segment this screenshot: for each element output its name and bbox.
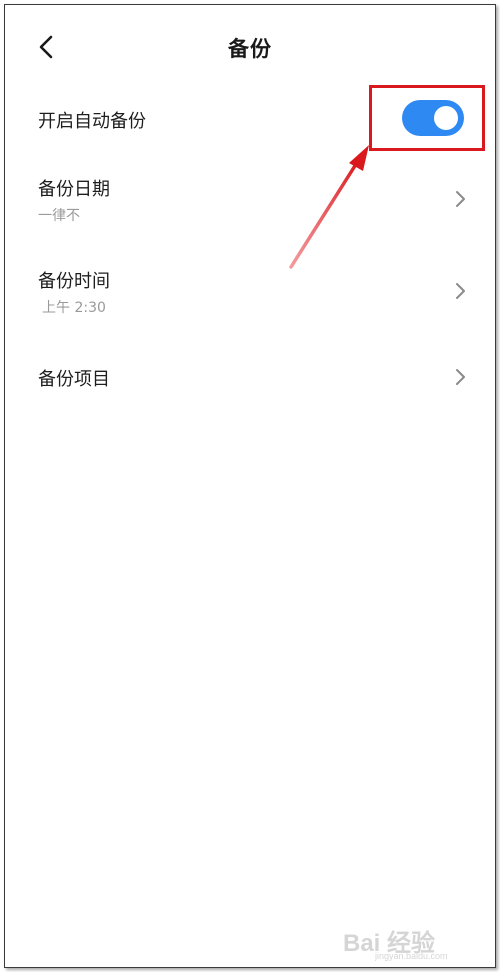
backup-time-value: 上午 2:30 (42, 300, 106, 316)
header-bar: 备份 (5, 23, 495, 73)
phone-screen: 备份 开启自动备份 备份日期 一律不 备份时间 上午 2:30 备份项目 Bai… (4, 4, 496, 968)
backup-time-label: 备份时间 (38, 271, 110, 292)
auto-backup-label: 开启自动备份 (38, 111, 146, 132)
baidu-watermark: Bai 经验 jingyan.baidu.com (337, 919, 477, 963)
backup-items-row[interactable]: 备份项目 (5, 351, 495, 407)
chevron-right-icon (456, 283, 465, 299)
chevron-right-icon (456, 369, 465, 385)
backup-date-row[interactable]: 备份日期 一律不 (5, 167, 495, 239)
annotation-highlight-box (369, 85, 485, 151)
backup-time-row[interactable]: 备份时间 上午 2:30 (5, 259, 495, 331)
backup-date-value: 一律不 (38, 208, 80, 224)
backup-items-label: 备份项目 (38, 369, 110, 390)
watermark-url: jingyan.baidu.com (375, 951, 448, 961)
chevron-right-icon (456, 191, 465, 207)
backup-date-label: 备份日期 (38, 179, 110, 200)
page-title: 备份 (228, 37, 272, 61)
